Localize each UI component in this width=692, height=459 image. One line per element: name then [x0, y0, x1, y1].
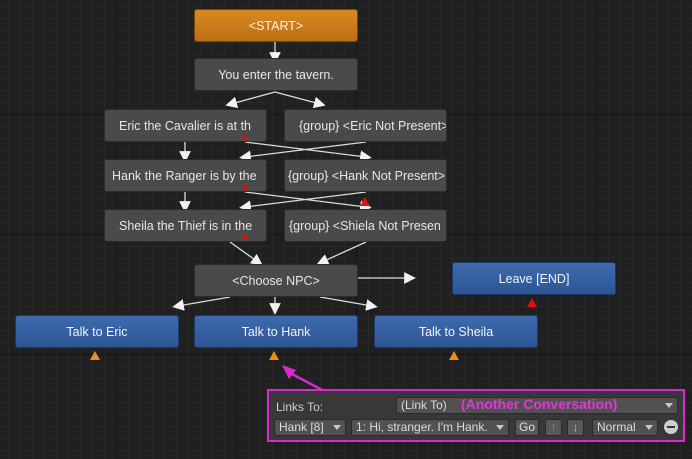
remove-link-icon[interactable]	[664, 420, 678, 434]
choose-npc-label: <Choose NPC>	[232, 273, 320, 288]
enter-tavern-label: You enter the tavern.	[218, 67, 334, 82]
hank-not-present-node[interactable]: {group} <Hank Not Present>	[284, 159, 447, 192]
choose-npc-node[interactable]: <Choose NPC>	[194, 264, 358, 297]
chevron-down-icon	[665, 403, 673, 408]
talk-to-sheila-label: Talk to Sheila	[418, 324, 494, 339]
start-node[interactable]: <START>	[194, 9, 358, 42]
move-down-button[interactable]: ↓	[567, 419, 584, 436]
hank-condition-marker-icon	[241, 184, 249, 190]
links-to-label: Links To:	[276, 400, 324, 414]
sheila-not-present-node[interactable]: {group} <Shiela Not Presen	[284, 209, 447, 242]
start-node-label: <START>	[248, 18, 304, 33]
go-button[interactable]: Go	[515, 419, 539, 436]
hank-present-label: Hank the Ranger is by the	[112, 168, 257, 183]
entry-value: 1: Hi, stranger. I'm Hank.	[356, 420, 488, 434]
eric-not-present-node[interactable]: {group} <Eric Not Present>	[284, 109, 447, 142]
leave-end-marker-icon	[527, 298, 537, 307]
eric-condition-marker-icon	[241, 134, 249, 140]
talk-to-eric-node[interactable]: Talk to Eric	[15, 315, 179, 348]
link-inspector-panel: Links To: (Link To) (Another Conversatio…	[267, 389, 685, 442]
another-conversation-label: (Another Conversation)	[461, 396, 618, 412]
sheila-condition-marker-icon	[241, 234, 249, 240]
talk-to-sheila-node[interactable]: Talk to Sheila	[374, 315, 538, 348]
eric-not-present-label: {group} <Eric Not Present>	[299, 118, 447, 133]
leave-end-label: Leave [END]	[498, 271, 570, 286]
dialogue-canvas[interactable]: <START> You enter the tavern. Eric the C…	[0, 0, 692, 459]
talk-to-hank-node[interactable]: Talk to Hank	[194, 315, 358, 348]
arrow-up-icon: ↑	[550, 420, 557, 434]
hank-not-present-label: {group} <Hank Not Present>	[288, 168, 446, 183]
chevron-down-icon	[496, 425, 504, 430]
conversant-value: Hank [8]	[279, 420, 324, 434]
talk-to-hank-label: Talk to Hank	[241, 324, 311, 339]
enter-tavern-node[interactable]: You enter the tavern.	[194, 58, 358, 91]
conversant-dropdown[interactable]: Hank [8]	[274, 419, 346, 436]
sheila-present-label: Sheila the Thief is in the	[119, 218, 253, 233]
go-button-label: Go	[518, 420, 535, 434]
links-to-value: (Link To)	[401, 398, 447, 412]
talk-to-eric-label: Talk to Eric	[66, 324, 128, 339]
eric-present-label: Eric the Cavalier is at th	[119, 118, 251, 133]
chevron-down-icon	[645, 425, 653, 430]
chevron-down-icon	[333, 425, 341, 430]
sheila-not-present-label: {group} <Shiela Not Presen	[289, 218, 441, 233]
hank-np-end-marker-icon	[360, 197, 370, 206]
entry-dropdown[interactable]: 1: Hi, stranger. I'm Hank.	[351, 419, 509, 436]
leave-end-node[interactable]: Leave [END]	[452, 262, 616, 295]
move-up-button[interactable]: ↑	[545, 419, 562, 436]
talk-sheila-link-marker-icon	[449, 351, 459, 360]
talk-eric-link-marker-icon	[90, 351, 100, 360]
priority-dropdown[interactable]: Normal	[592, 419, 658, 436]
priority-value: Normal	[597, 420, 636, 434]
arrow-down-icon: ↓	[572, 420, 579, 434]
talk-hank-link-marker-icon	[269, 351, 279, 360]
